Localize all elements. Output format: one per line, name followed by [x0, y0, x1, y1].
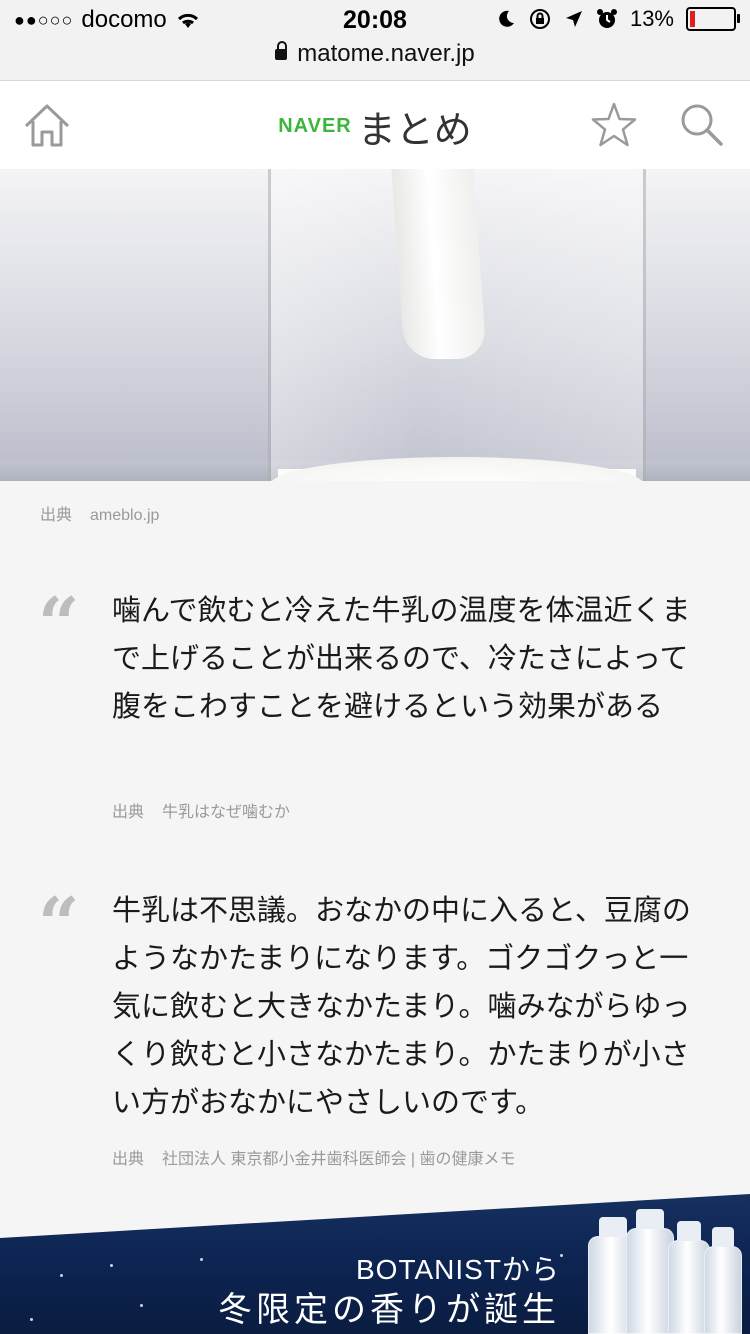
hero-image-milk-glass [0, 169, 750, 481]
status-right: 13% [496, 6, 740, 32]
quote-mark-icon: “ [38, 581, 80, 666]
quote-mark-icon: “ [38, 881, 80, 966]
source-label: 出典 [40, 507, 73, 524]
hero-source: 出典 ameblo.jp [40, 501, 159, 525]
status-bar: ●●○○○ docomo 20:08 13% matome.naver.jp [0, 0, 750, 81]
search-button[interactable] [678, 101, 724, 147]
quote-source: 出典 牛乳はなぜ噛むか [112, 798, 290, 822]
lock-icon [275, 41, 288, 61]
source-link[interactable]: 社団法人 東京都小金井歯科医師会 | 歯の健康メモ [162, 1151, 516, 1168]
alarm-icon [596, 9, 617, 28]
quote-source: 出典 社団法人 東京都小金井歯科医師会 | 歯の健康メモ [112, 1145, 516, 1169]
url-bar[interactable]: matome.naver.jp [0, 40, 750, 68]
source-label: 出典 [112, 804, 145, 821]
favorite-star-button[interactable] [590, 101, 638, 149]
logo-matome: まとめ [357, 110, 472, 152]
source-link[interactable]: 牛乳はなぜ噛むか [162, 804, 290, 821]
battery-percent: 13% [629, 6, 674, 31]
logo-naver: NAVER [278, 115, 352, 137]
ad-banner[interactable]: BOTANISTから 冬限定の香りが誕生 [0, 1194, 750, 1334]
source-link[interactable]: ameblo.jp [90, 507, 159, 524]
ad-subheadline: 冬限定の香りが誕生 [218, 1291, 560, 1329]
quote-text: 牛乳は不思議。おなかの中に入ると、豆腐のようなかたまりになります。ゴクゴクっと一… [112, 893, 691, 1119]
location-icon [565, 11, 582, 27]
quote-text: 噛んで飲むと冷えた牛乳の温度を体温近くまで上げることが出来るので、冷たさによって… [112, 593, 691, 723]
milk-stream [391, 169, 487, 359]
url-text: matome.naver.jp [297, 40, 475, 67]
rotation-lock-icon [529, 9, 550, 29]
source-label: 出典 [112, 1151, 145, 1168]
product-bottle [704, 1227, 742, 1334]
moon-icon [499, 10, 514, 27]
product-bottle [626, 1209, 674, 1334]
battery-icon [686, 7, 740, 31]
app-header: NAVER まとめ [0, 81, 750, 170]
